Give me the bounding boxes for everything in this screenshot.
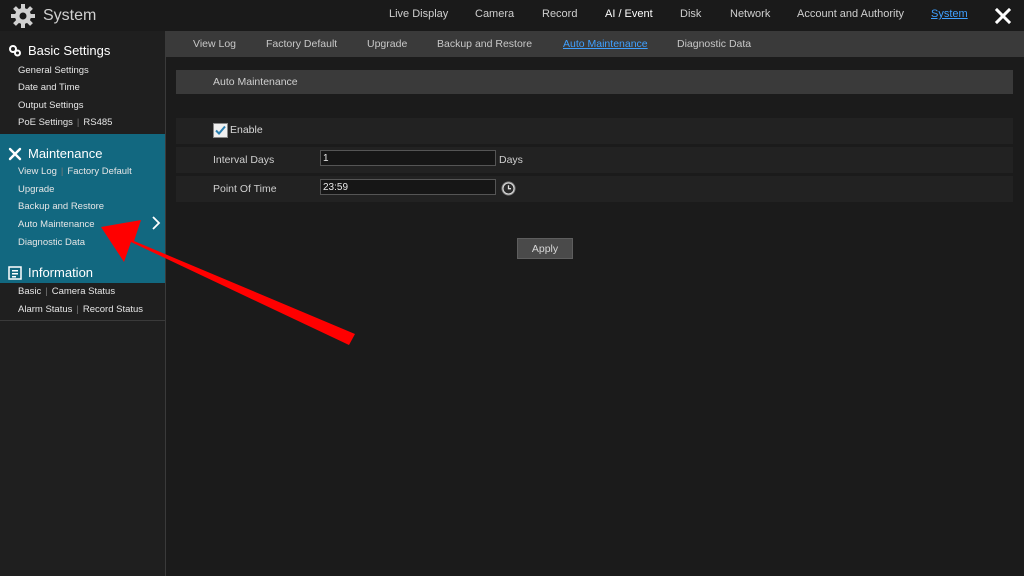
- top-bar: System Live Display Camera Record AI / E…: [0, 0, 1024, 31]
- sidebar-section-header[interactable]: Maintenance: [8, 146, 102, 161]
- point-of-time-label: Point Of Time: [213, 183, 277, 195]
- tab-diagnostic-data[interactable]: Diagnostic Data: [677, 38, 751, 50]
- sidebar-item-row: View Log | Factory Default: [18, 166, 132, 177]
- interval-days-unit: Days: [499, 154, 523, 166]
- gear-icon: [11, 4, 35, 28]
- sidebar-item-view-log[interactable]: View Log: [18, 166, 57, 177]
- sidebar: Basic Settings General Settings Date and…: [0, 31, 166, 576]
- point-of-time-input[interactable]: [320, 179, 496, 195]
- interval-days-label: Interval Days: [213, 154, 275, 166]
- page-title: System: [43, 7, 97, 24]
- clock-icon[interactable]: [501, 181, 516, 196]
- sidebar-section-information[interactable]: Information: [8, 265, 93, 280]
- topnav-disk[interactable]: Disk: [680, 8, 701, 20]
- separator: |: [60, 166, 64, 177]
- sidebar-section-label: Information: [28, 265, 94, 280]
- divider: [0, 320, 165, 321]
- topnav-system[interactable]: System: [931, 8, 968, 20]
- sidebar-item-factory-default[interactable]: Factory Default: [67, 166, 131, 177]
- sidebar-section-basic-settings[interactable]: Basic Settings: [8, 43, 110, 58]
- topnav-live-display[interactable]: Live Display: [389, 8, 448, 20]
- sidebar-item-auto-maintenance[interactable]: Auto Maintenance: [18, 219, 95, 230]
- enable-row: Enable: [176, 118, 1013, 144]
- sidebar-item-basic[interactable]: Basic: [18, 286, 41, 297]
- topnav-camera[interactable]: Camera: [475, 8, 514, 20]
- tab-backup-restore[interactable]: Backup and Restore: [437, 38, 532, 50]
- interval-days-row: Interval Days Days: [176, 147, 1013, 173]
- sidebar-item-general-settings[interactable]: General Settings: [18, 65, 89, 76]
- tab-view-log[interactable]: View Log: [193, 38, 236, 50]
- separator: |: [76, 304, 79, 315]
- sidebar-item-output-settings[interactable]: Output Settings: [18, 100, 83, 111]
- sidebar-item-alarm-status[interactable]: Alarm Status: [18, 304, 72, 315]
- topnav-account-authority[interactable]: Account and Authority: [797, 8, 904, 20]
- info-panel-icon: [8, 265, 22, 280]
- separator: |: [76, 117, 80, 128]
- sidebar-item-row: Basic | Camera Status: [18, 286, 115, 297]
- topnav-record[interactable]: Record: [542, 8, 577, 20]
- point-of-time-row: Point Of Time: [176, 176, 1013, 202]
- interval-days-input[interactable]: [320, 150, 496, 166]
- sidebar-section-label: Maintenance: [28, 146, 103, 161]
- check-icon: [215, 125, 226, 135]
- tools-icon: [8, 147, 22, 160]
- section-title: Auto Maintenance: [213, 76, 298, 88]
- sidebar-item-row: PoE Settings | RS485: [18, 117, 112, 128]
- apply-button[interactable]: Apply: [517, 238, 573, 259]
- sidebar-item-upgrade[interactable]: Upgrade: [18, 184, 54, 195]
- app-title: System: [10, 3, 96, 29]
- sidebar-item-date-and-time[interactable]: Date and Time: [18, 82, 80, 93]
- close-icon[interactable]: [993, 6, 1013, 26]
- sidebar-item-record-status[interactable]: Record Status: [83, 304, 143, 315]
- section-header: Auto Maintenance: [176, 70, 1013, 94]
- sidebar-item-poe-settings[interactable]: PoE Settings: [18, 117, 73, 128]
- link-icon: [9, 44, 21, 56]
- tab-factory-default[interactable]: Factory Default: [266, 38, 337, 50]
- sidebar-section-label: Basic Settings: [28, 43, 111, 58]
- sidebar-section-maintenance[interactable]: Maintenance View Log | Factory Default Upg…: [0, 134, 165, 283]
- topnav-network[interactable]: Network: [730, 8, 770, 20]
- tab-upgrade[interactable]: Upgrade: [367, 38, 407, 50]
- topnav-ai-event[interactable]: AI / Event: [605, 8, 653, 20]
- sidebar-item-camera-status[interactable]: Camera Status: [52, 286, 115, 297]
- sidebar-item-diagnostic-data[interactable]: Diagnostic Data: [18, 237, 85, 248]
- tab-auto-maintenance[interactable]: Auto Maintenance: [563, 38, 648, 50]
- sidebar-item-rs485[interactable]: RS485: [83, 117, 112, 128]
- sidebar-item-row: Alarm Status | Record Status: [18, 304, 143, 315]
- separator: |: [45, 286, 48, 297]
- sub-tab-bar: View Log Factory Default Upgrade Backup …: [166, 31, 1024, 57]
- sidebar-item-backup-restore[interactable]: Backup and Restore: [18, 201, 104, 212]
- chevron-right-icon[interactable]: [151, 216, 161, 230]
- enable-label: Enable: [230, 124, 263, 136]
- enable-checkbox[interactable]: [213, 123, 228, 138]
